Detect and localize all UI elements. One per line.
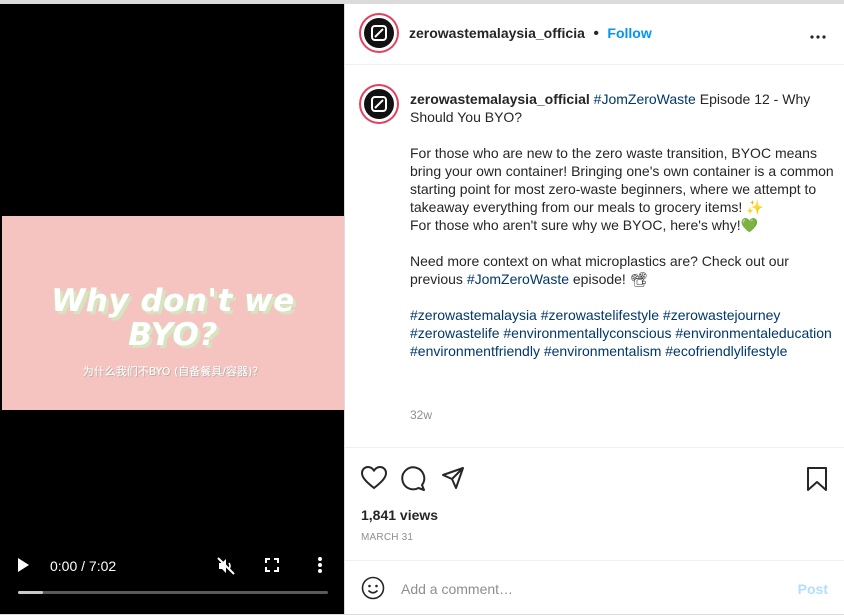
post-panel: zerowastemalaysia_officia • Follow zerow…: [345, 4, 844, 614]
post-modal: Why don't we BYO? 为什么我们不BYO (自备餐具/容器)？ 0…: [0, 0, 844, 614]
comment-bar: Add a comment… Post: [345, 560, 844, 615]
video-progress-bar[interactable]: [18, 591, 328, 594]
post-header: zerowastemalaysia_officia • Follow: [345, 4, 844, 65]
video-progress-fill: [18, 591, 43, 594]
hashtag-link[interactable]: #environmentaleducation: [675, 325, 831, 341]
comment-icon[interactable]: [400, 466, 426, 496]
header-separator: •: [593, 25, 599, 42]
hashtag-link[interactable]: #zerowastelifestyle: [541, 307, 659, 323]
caption-paragraph-2-end: episode! 📽: [569, 271, 648, 287]
post-date: MARCH 31: [361, 532, 414, 543]
hashtag-link[interactable]: #environmentfriendly: [410, 343, 540, 359]
video-controls: 0:00 / 7:02: [0, 552, 344, 582]
like-icon[interactable]: [360, 465, 388, 495]
fullscreen-icon[interactable]: [265, 558, 279, 572]
brand-logo-icon: [364, 18, 394, 48]
hashtag-link[interactable]: #environmentallyconscious: [503, 325, 671, 341]
post-comment-button[interactable]: Post: [798, 581, 828, 597]
hashtag-link[interactable]: #JomZeroWaste: [594, 91, 696, 107]
header-username[interactable]: zerowastemalaysia_officia: [409, 25, 585, 41]
slide-title-line1: Why don't we: [51, 283, 295, 319]
avatar[interactable]: [361, 15, 397, 51]
comment-input[interactable]: Add a comment…: [401, 581, 513, 597]
slide-subtitle: 为什么我们不BYO (自备餐具/容器)？: [82, 365, 264, 378]
post-caption: zerowastemalaysia_official #JomZeroWaste…: [410, 90, 834, 378]
slide-title: Why don't we BYO?: [2, 284, 344, 352]
bookmark-icon[interactable]: [806, 466, 828, 497]
video-frame: Why don't we BYO? 为什么我们不BYO (自备餐具/容器)？: [2, 216, 344, 410]
emoji-icon[interactable]: [361, 576, 385, 605]
action-bar: [345, 447, 844, 508]
slide-title-line2: BYO?: [128, 317, 218, 353]
view-count[interactable]: 1,841 views: [361, 507, 438, 523]
hashtag-link[interactable]: #zerowastejourney: [663, 307, 781, 323]
brand-logo-icon: [364, 89, 394, 119]
hashtag-link[interactable]: #zerowastemalaysia: [410, 307, 537, 323]
more-vertical-icon[interactable]: [318, 555, 322, 575]
mute-icon[interactable]: [216, 556, 236, 576]
caption-avatar[interactable]: [361, 86, 397, 122]
share-icon[interactable]: [441, 466, 465, 495]
hashtag-link[interactable]: #ecofriendlylifestyle: [665, 343, 787, 359]
more-horizontal-icon[interactable]: [810, 26, 826, 44]
post-age[interactable]: 32w: [410, 408, 432, 422]
hashtag-link[interactable]: #JomZeroWaste: [467, 271, 569, 287]
follow-button[interactable]: Follow: [607, 25, 651, 41]
caption-username[interactable]: zerowastemalaysia_official: [410, 91, 590, 107]
hashtag-list: #zerowastemalaysia #zerowastelifestyle #…: [410, 306, 834, 360]
time-display: 0:00 / 7:02: [50, 558, 117, 574]
play-icon[interactable]: [18, 558, 29, 572]
caption-paragraph-1b: For those who aren't sure why we BYOC, h…: [410, 217, 759, 233]
hashtag-link[interactable]: #environmentalism: [544, 343, 662, 359]
video-player[interactable]: Why don't we BYO? 为什么我们不BYO (自备餐具/容器)？ 0…: [0, 4, 344, 614]
caption-paragraph-1: For those who are new to the zero waste …: [410, 145, 834, 215]
hashtag-link[interactable]: #zerowastelife: [410, 325, 500, 341]
